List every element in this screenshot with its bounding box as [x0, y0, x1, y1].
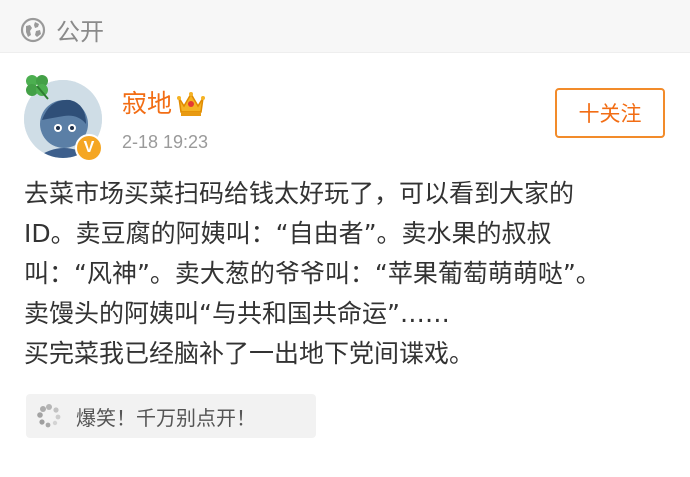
post-body: 去菜市场买菜扫码给钱太好玩了，可以看到大家的 ID。卖豆腐的阿姨叫：“自由者”。… [24, 174, 674, 374]
visibility-label: 公开 [56, 18, 104, 46]
link-card-label: 爆笑！千万别点开！ [76, 405, 256, 430]
clover-icon [22, 72, 52, 100]
follow-button[interactable]: 十关注 [555, 88, 665, 138]
post-timestamp: 2-18 19:23 [122, 132, 209, 152]
post-text-line: 卖馒头的阿姨叫“与共和国共命运”…… [24, 299, 450, 328]
post-text-line: 买完菜我已经脑补了一出地下党间谍戏。 [24, 339, 475, 368]
link-card[interactable]: 爆笑！千万别点开！ [26, 394, 316, 438]
author-name[interactable]: 寂地 [122, 88, 172, 120]
verified-letter: V [83, 139, 95, 156]
post-text-line: 去菜市场买菜扫码给钱太好玩了，可以看到大家的 [24, 179, 575, 208]
globe-icon [20, 17, 46, 43]
visibility-header: 公开 [0, 0, 690, 53]
post-text-line: 叫：“风神”。卖大葱的爷爷叫：“苹果葡萄萌萌哒”。 [24, 259, 601, 288]
visibility-row[interactable]: 公开 [20, 12, 104, 47]
post-text-line: ID。卖豆腐的阿姨叫：“自由者”。卖水果的叔叔 [24, 219, 552, 248]
loading-spinner-icon [36, 403, 62, 429]
crown-icon [176, 90, 206, 118]
verified-v-icon: V [75, 134, 103, 162]
